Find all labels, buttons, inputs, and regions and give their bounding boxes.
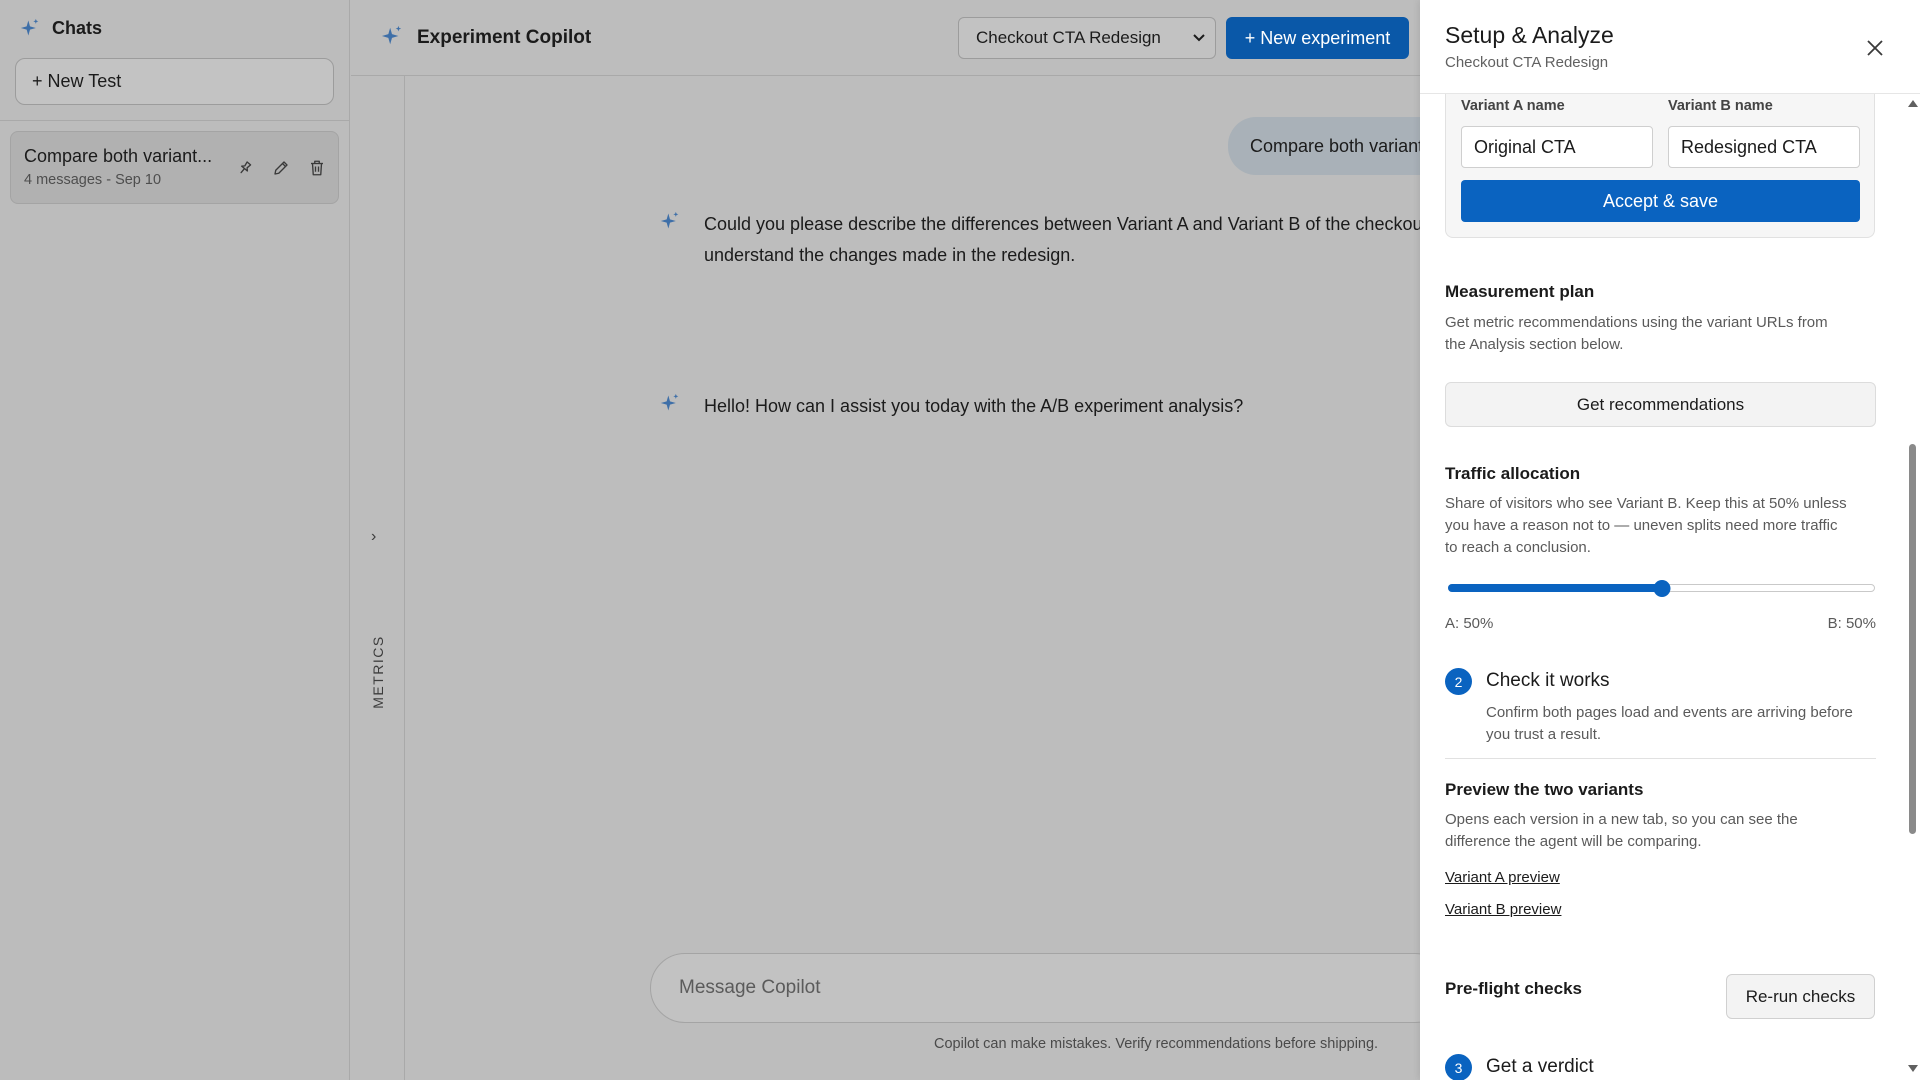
panel-header: Setup & Analyze Checkout CTA Redesign <box>1420 0 1920 94</box>
sidebar-title: Chats <box>52 17 103 38</box>
new-test-button[interactable]: + New Test <box>15 58 334 105</box>
desc-line: you have a reason not to — uneven splits… <box>1445 517 1838 534</box>
desc-line: the Analysis section below. <box>1445 336 1624 353</box>
pin-icon[interactable] <box>236 159 254 177</box>
traffic-allocation-title: Traffic allocation <box>1445 464 1581 483</box>
chat-title: Compare both variant... <box>24 146 213 166</box>
variant-names-card: Variant A name Variant B name Original C… <box>1445 88 1875 238</box>
metrics-rail[interactable]: › METRICS <box>351 76 405 1080</box>
chevron-down-icon <box>1193 34 1205 42</box>
desc-line: Opens each version in a new tab, so you … <box>1445 811 1798 828</box>
panel-title: Setup & Analyze <box>1445 22 1614 48</box>
desc-line: Confirm both pages load and events are a… <box>1486 704 1853 721</box>
metrics-label: METRICS <box>370 635 386 709</box>
message-input[interactable]: Message Copilot <box>650 953 1420 1023</box>
step-title: Check it works <box>1486 670 1610 691</box>
slider-thumb[interactable] <box>1653 580 1670 597</box>
allocation-a-label: A: 50% <box>1445 615 1494 632</box>
traffic-allocation-desc: Share of visitors who see Variant B. Kee… <box>1445 493 1880 559</box>
desc-line: you trust a result. <box>1486 726 1602 743</box>
section-divider <box>1445 758 1876 759</box>
conversation-area: Compare both variants Could you please d… <box>406 77 1420 1080</box>
panel-body: Variant A name Variant B name Original C… <box>1420 88 1904 1080</box>
desc-line: difference the agent will be comparing. <box>1445 833 1702 850</box>
variant-a-preview-link[interactable]: Variant A preview <box>1445 869 1560 886</box>
variant-a-name-input[interactable]: Original CTA <box>1461 126 1653 168</box>
close-icon[interactable] <box>1865 38 1885 58</box>
preview-variants-title: Preview the two variants <box>1445 780 1644 799</box>
message-line: Hello! How can I assist you today with t… <box>704 396 1244 416</box>
message-line: understand the changes made in the redes… <box>704 245 1076 265</box>
scroll-down-arrow-icon[interactable] <box>1908 1065 1918 1072</box>
panel-scrollbar[interactable] <box>1904 94 1920 1080</box>
panel-subtitle: Checkout CTA Redesign <box>1445 54 1609 71</box>
sparkle-icon <box>660 211 679 229</box>
trash-icon[interactable] <box>308 159 326 177</box>
main-header: Experiment Copilot Checkout CTA Redesign… <box>351 0 1420 76</box>
chevron-right-icon[interactable]: › <box>371 528 376 546</box>
message-line: Could you please describe the difference… <box>704 214 1420 234</box>
new-experiment-button[interactable]: + New experiment <box>1226 17 1409 59</box>
chat-actions <box>236 159 326 177</box>
assistant-message-text: Could you please describe the difference… <box>704 209 1420 271</box>
sparkle-icon <box>381 25 402 45</box>
experiment-select[interactable]: Checkout CTA Redesign <box>958 17 1216 59</box>
sidebar-divider <box>0 120 350 121</box>
variant-b-label: Variant B name <box>1668 98 1773 114</box>
step-number-badge: 3 <box>1445 1054 1472 1080</box>
sidebar-header: Chats <box>0 0 349 56</box>
traffic-slider[interactable] <box>1448 580 1875 597</box>
scrollbar-thumb[interactable] <box>1909 444 1916 834</box>
measurement-plan-desc: Get metric recommendations using the var… <box>1445 312 1880 356</box>
allocation-b-label: B: 50% <box>1827 615 1876 632</box>
variant-b-name-input[interactable]: Redesigned CTA <box>1668 126 1860 168</box>
sparkle-icon <box>660 393 679 411</box>
desc-line: Share of visitors who see Variant B. Kee… <box>1445 495 1847 512</box>
variant-a-label: Variant A name <box>1461 98 1565 114</box>
step-number-badge: 2 <box>1445 668 1472 695</box>
get-recommendations-button[interactable]: Get recommendations <box>1445 382 1876 427</box>
desc-line: to reach a conclusion. <box>1445 539 1591 556</box>
accept-save-button[interactable]: Accept & save <box>1461 180 1860 222</box>
scroll-up-arrow-icon[interactable] <box>1908 100 1918 107</box>
slider-fill <box>1448 584 1662 592</box>
experiment-select-value: Checkout CTA Redesign <box>976 28 1161 47</box>
desc-line: Get metric recommendations using the var… <box>1445 314 1828 331</box>
user-message: Compare both variants <box>1228 117 1420 175</box>
rerun-checks-button[interactable]: Re-run checks <box>1726 974 1875 1019</box>
step-title: Get a verdict <box>1486 1056 1594 1077</box>
variant-b-preview-link[interactable]: Variant B preview <box>1445 901 1561 918</box>
app-title: Experiment Copilot <box>417 27 592 48</box>
chat-sidebar: Chats + New Test Compare both variant...… <box>0 0 350 1080</box>
pencil-icon[interactable] <box>272 159 290 177</box>
preview-variants-desc: Opens each version in a new tab, so you … <box>1445 809 1880 853</box>
assistant-message-text: Hello! How can I assist you today with t… <box>704 391 1243 422</box>
setup-analyze-panel: Setup & Analyze Checkout CTA Redesign Va… <box>1420 0 1920 1080</box>
step-desc: Confirm both pages load and events are a… <box>1486 702 1886 746</box>
measurement-plan-title: Measurement plan <box>1445 282 1595 301</box>
sparkle-icon <box>20 18 39 36</box>
preflight-checks-title: Pre-flight checks <box>1445 979 1582 998</box>
disclaimer-text: Copilot can make mistakes. Verify recomm… <box>934 1036 1379 1052</box>
chat-list-item[interactable]: Compare both variant... 4 messages - Sep… <box>10 131 339 204</box>
